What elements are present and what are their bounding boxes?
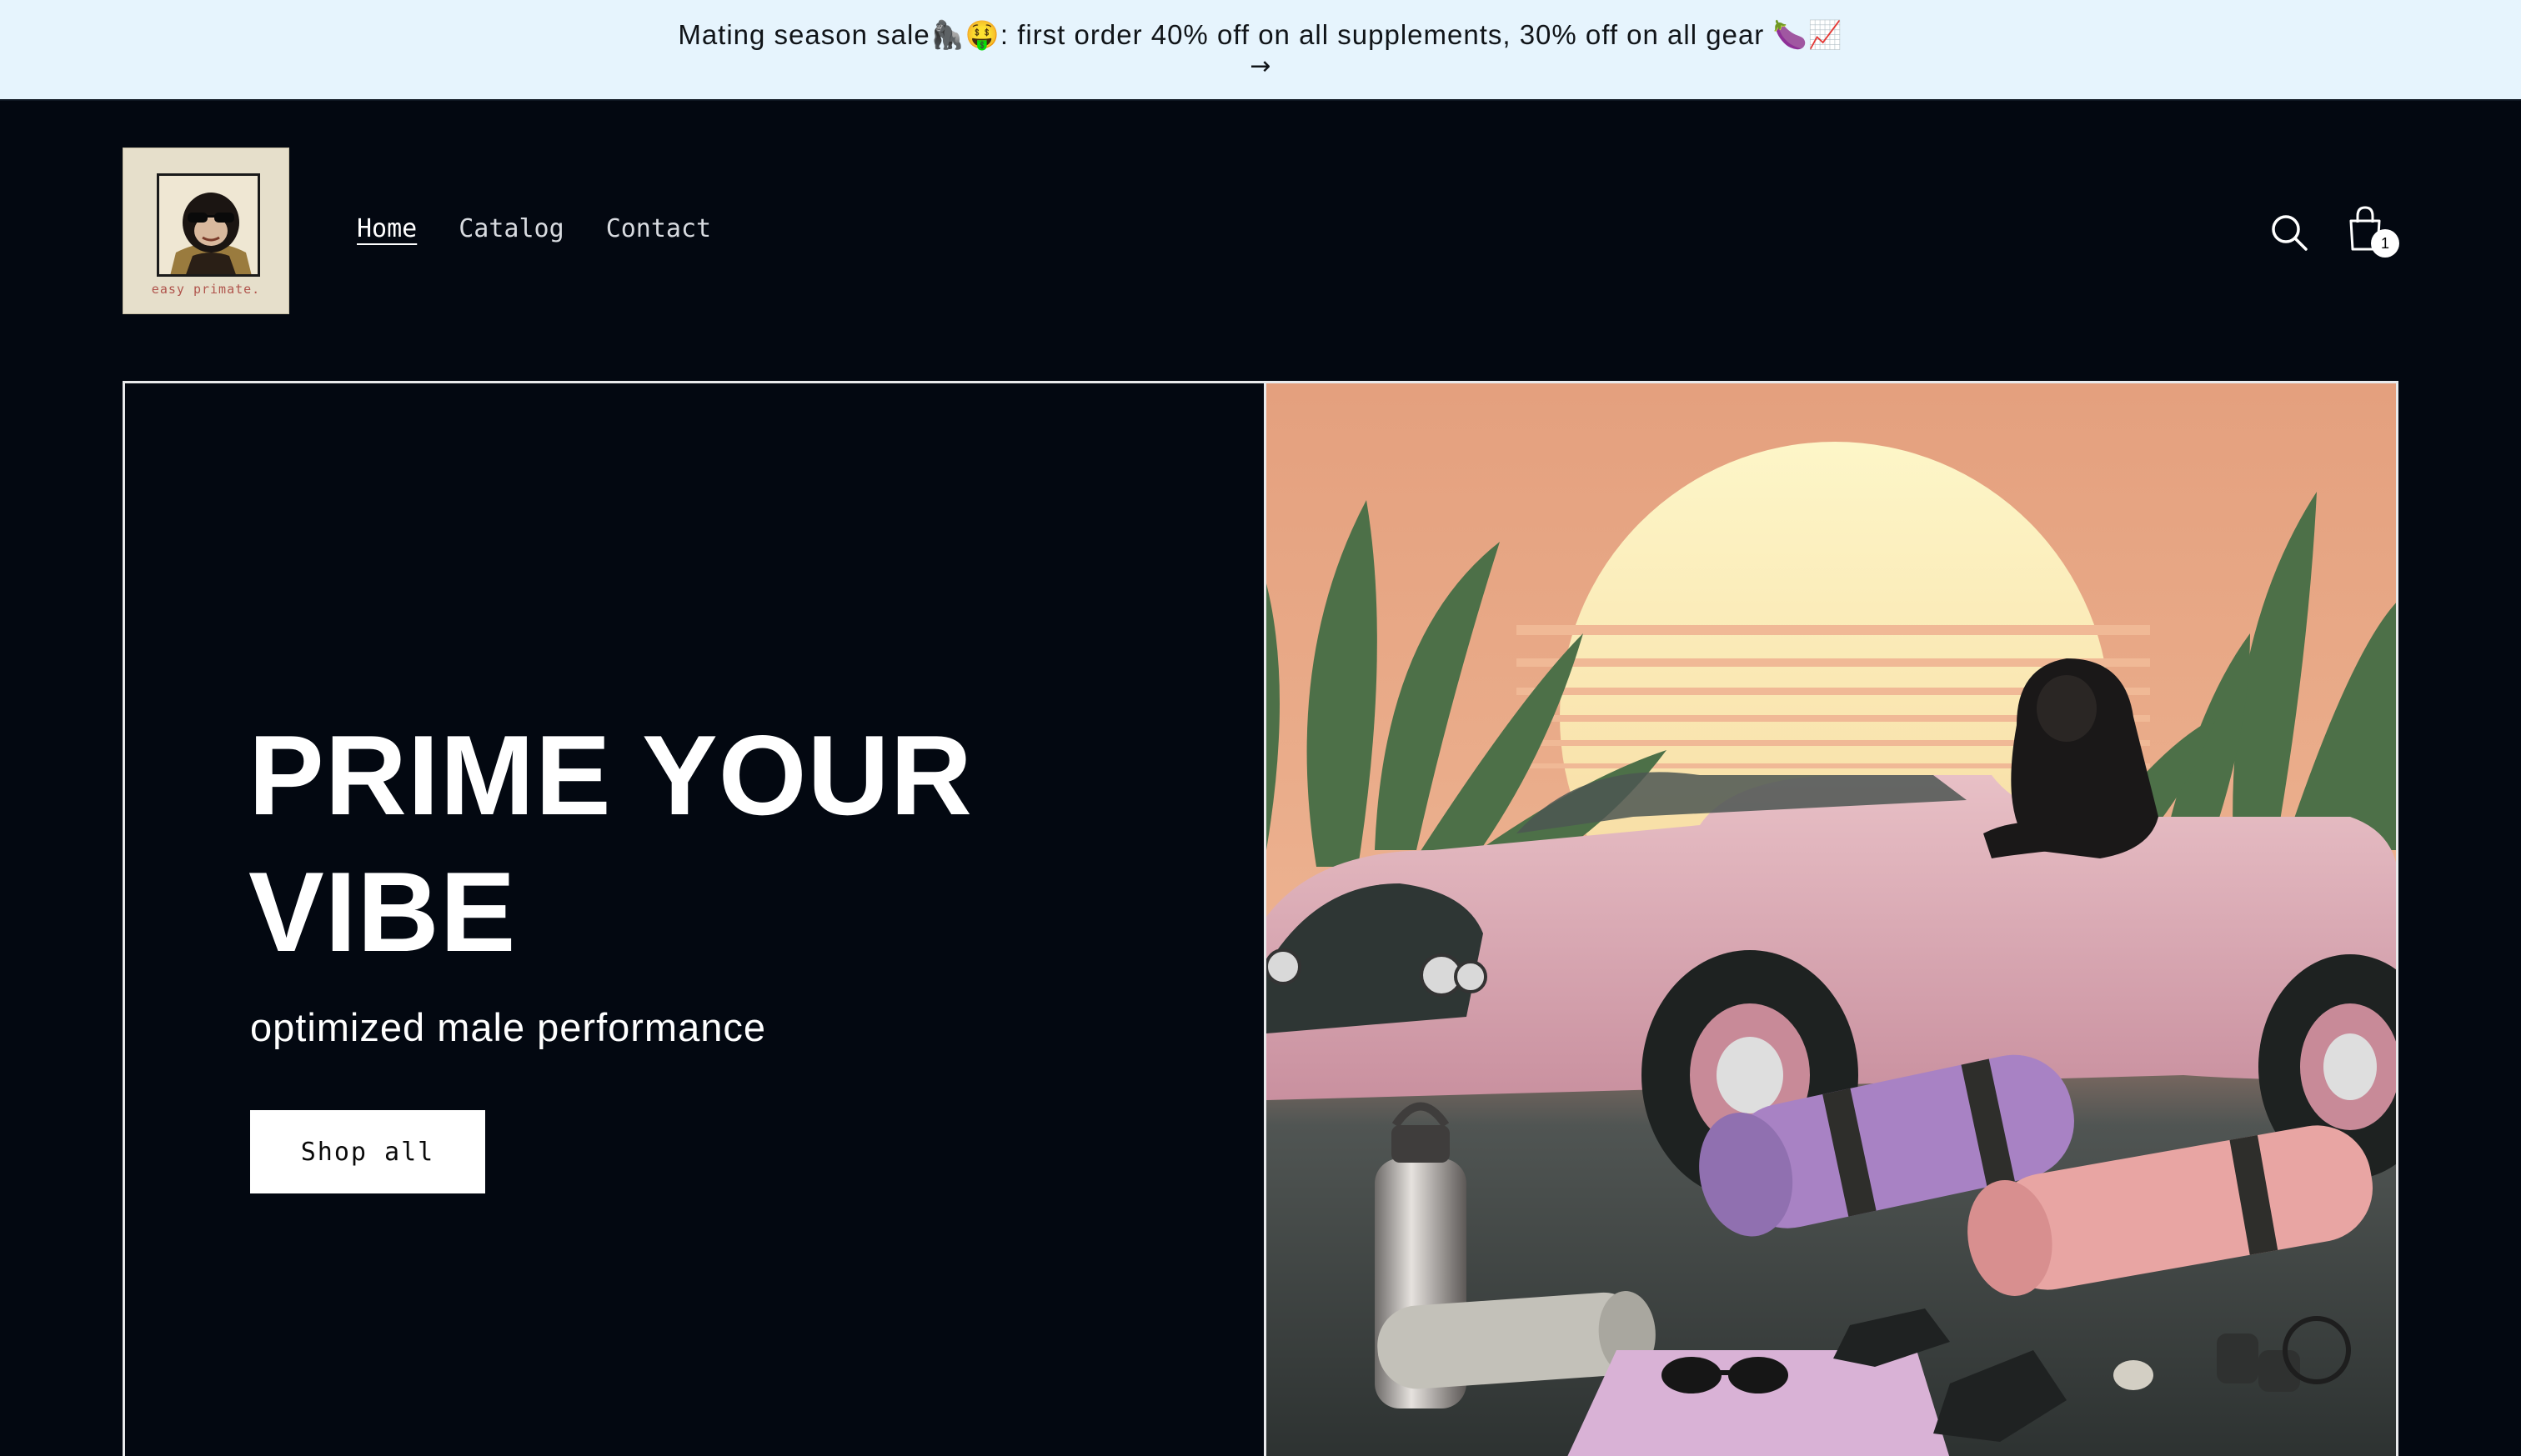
hero-image (1264, 383, 2396, 1456)
arrow-right-icon[interactable]: → (1250, 52, 1271, 82)
nav-item-catalog[interactable]: Catalog (459, 214, 564, 248)
hero-subtitle: optimized male performance (250, 1005, 766, 1049)
hero-title: PRIME YOUR VIBE (248, 712, 973, 975)
cart-button[interactable]: 1 (2344, 204, 2399, 263)
hero-banner: PRIME YOUR VIBE optimized male performan… (123, 381, 2398, 1456)
gorilla-car-illustration (1266, 383, 2396, 1456)
announcement-text: Mating season sale🦍🤑: first order 40% of… (678, 18, 1843, 50)
cart-count-badge: 1 (2371, 229, 2399, 258)
gorilla-logo-image (157, 173, 260, 277)
search-icon (2272, 215, 2308, 251)
announcement-bar[interactable]: Mating season sale🦍🤑: first order 40% of… (0, 0, 2521, 101)
hero-text-panel: PRIME YOUR VIBE optimized male performan… (125, 383, 1264, 1456)
search-button[interactable] (2268, 211, 2311, 254)
site-header: easy primate. Home Catalog Contact 1 (0, 101, 2521, 383)
main-nav: Home Catalog Contact (357, 214, 711, 248)
nav-item-contact[interactable]: Contact (606, 214, 711, 248)
logo[interactable]: easy primate. (123, 148, 289, 314)
logo-text: easy primate. (151, 282, 261, 297)
nav-item-home[interactable]: Home (357, 214, 417, 248)
shop-all-button[interactable]: Shop all (250, 1110, 485, 1193)
